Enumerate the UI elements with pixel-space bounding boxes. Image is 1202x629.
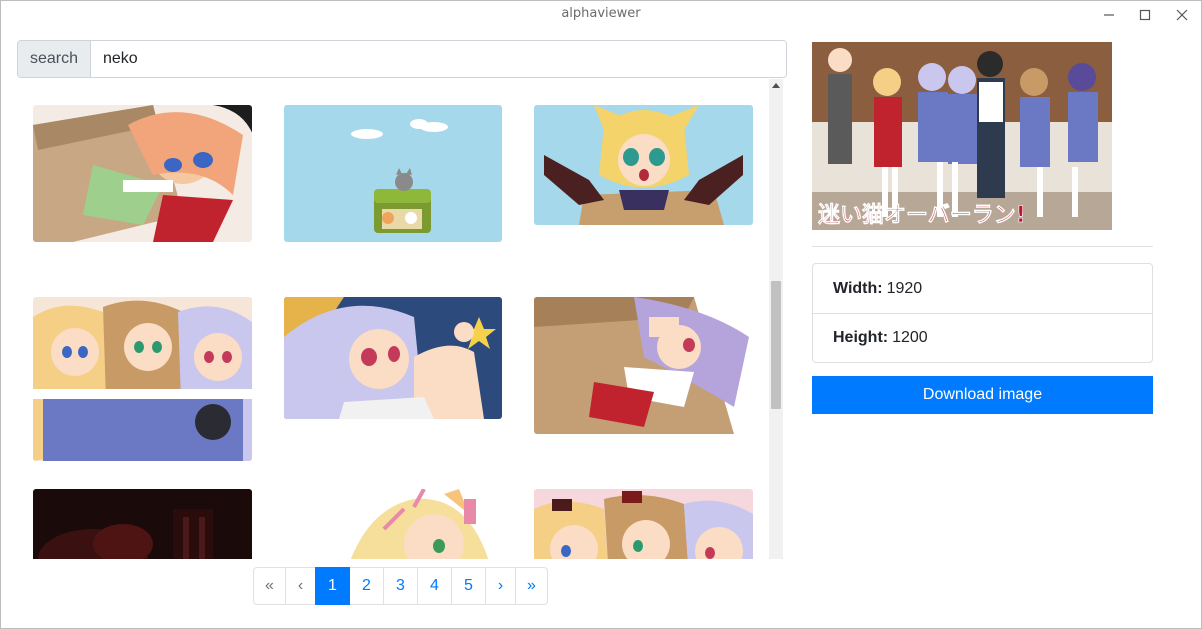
page-button-4[interactable]: 4 <box>417 567 452 605</box>
minimize-icon[interactable] <box>1097 5 1121 25</box>
gallery-scrollbar[interactable] <box>769 79 783 559</box>
image-preview: 迷い猫オーバーラン! <box>812 42 1112 230</box>
height-label: Height: <box>833 329 889 346</box>
divider <box>812 246 1153 247</box>
title-bar: alphaviewer <box>1 1 1201 29</box>
thumbnail-6[interactable] <box>534 297 753 434</box>
pagination: « ‹ 1 2 3 4 5 › » <box>253 567 548 605</box>
window-title: alphaviewer <box>561 6 641 21</box>
page-button-2[interactable]: 2 <box>349 567 384 605</box>
search-bar: search <box>17 40 787 78</box>
prev-page-button[interactable]: ‹ <box>285 567 316 605</box>
thumbnail-8[interactable] <box>284 489 502 559</box>
width-row: Width: 1920 <box>813 264 1152 313</box>
thumbnail-1[interactable] <box>33 105 252 242</box>
search-label: search <box>18 41 91 77</box>
image-details: Width: 1920 Height: 1200 <box>812 263 1153 363</box>
height-value: 1200 <box>892 329 928 346</box>
thumbnail-2[interactable] <box>284 105 502 242</box>
scroll-up-icon[interactable] <box>772 83 780 88</box>
app-window: alphaviewer search neko « ‹ 1 2 3 4 5 › … <box>0 0 1202 629</box>
page-button-1[interactable]: 1 <box>315 567 350 605</box>
thumbnail-9[interactable] <box>534 489 753 559</box>
width-label: Width: <box>833 279 883 297</box>
thumbnail-5[interactable] <box>284 297 502 419</box>
search-input[interactable] <box>91 41 786 77</box>
image-gallery <box>17 79 769 559</box>
thumbnail-3[interactable] <box>534 105 753 225</box>
preview-caption: 迷い猫オーバーラン! <box>817 203 1026 228</box>
maximize-icon[interactable] <box>1133 5 1157 25</box>
close-icon[interactable] <box>1170 5 1194 25</box>
thumbnail-7[interactable] <box>33 489 252 559</box>
page-button-3[interactable]: 3 <box>383 567 418 605</box>
scrollbar-thumb[interactable] <box>771 281 781 409</box>
first-page-button[interactable]: « <box>253 567 286 605</box>
height-row: Height: 1200 <box>813 313 1152 362</box>
next-page-button[interactable]: › <box>485 567 516 605</box>
page-button-5[interactable]: 5 <box>451 567 486 605</box>
download-image-button[interactable]: Download image <box>812 376 1153 414</box>
last-page-button[interactable]: » <box>515 567 548 605</box>
width-value: 1920 <box>886 279 923 297</box>
thumbnail-4[interactable] <box>33 297 252 461</box>
